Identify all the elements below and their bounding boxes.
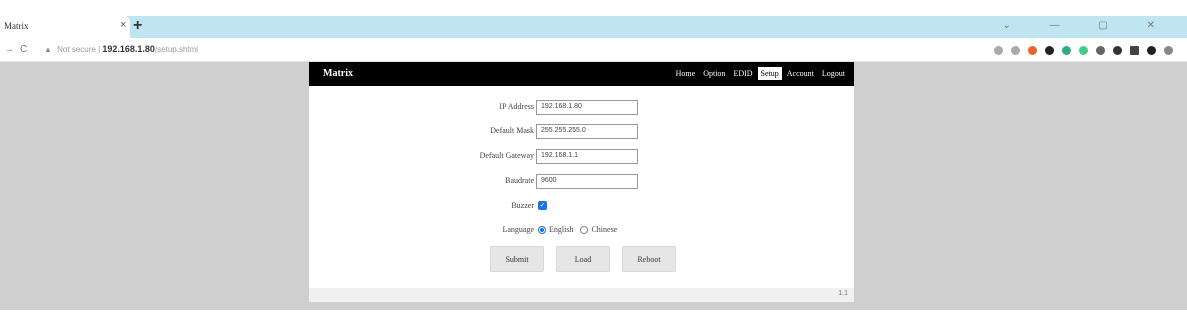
mask-row: Default Mask 255.255.255.0 [309,124,854,140]
app-panel: Matrix Home Option EDID Setup Account Lo… [309,62,854,302]
buzzer-checkbox[interactable]: ✓ [538,201,547,210]
nav-home[interactable]: Home [673,67,699,80]
extension-icon[interactable] [1079,45,1088,55]
action-buttons: Submit Load Reboot [490,246,676,272]
extension-icons [994,42,1173,58]
mask-label: Default Mask [490,126,534,135]
extension-icon[interactable] [1028,45,1037,55]
url-host: 192.168.1.80 [102,44,155,54]
load-button[interactable]: Load [556,246,610,272]
app-footer: 1.1 [309,288,854,302]
ip-label: IP Address [499,102,534,111]
tab-title: Matrix [4,21,29,31]
warning-icon: ▲ [44,45,52,54]
page-viewport: Matrix Home Option EDID Setup Account Lo… [0,62,1187,310]
browser-tab[interactable]: Matrix × [0,16,130,38]
chinese-label: Chinese [591,225,618,234]
baudrate-label: Baudrate [505,176,534,185]
new-tab-icon[interactable]: + [133,17,142,35]
baudrate-row: Baudrate 9600 [309,174,854,190]
reboot-button[interactable]: Reboot [622,246,676,272]
app-header: Matrix Home Option EDID Setup Account Lo… [309,62,854,86]
url-security-label: Not secure [57,45,96,54]
puzzle-icon[interactable] [1113,45,1122,55]
english-radio[interactable] [538,225,546,234]
share-icon[interactable] [994,45,1003,55]
address-bar: → C ▲ Not secure | 192.168.1.80/setup.sh… [0,38,1187,62]
gateway-label: Default Gateway [479,151,534,160]
nav-account[interactable]: Account [784,67,817,80]
version-label: 1.1 [838,290,848,297]
submit-button[interactable]: Submit [490,246,544,272]
window-controls[interactable]: ⌄ — ▢ ✕ [1002,20,1173,31]
back-arrow-icon[interactable]: → [4,44,14,55]
menu-icon[interactable] [1164,45,1173,55]
ip-row: IP Address 192.168.1.80 [309,100,854,116]
brand-title: Matrix [323,68,353,79]
language-row: Language English Chinese [309,223,854,239]
star-icon[interactable] [1011,45,1020,55]
buzzer-row: Buzzer ✓ [309,199,854,215]
chinese-radio[interactable] [580,225,589,234]
language-radio-group: English Chinese [538,225,617,234]
baudrate-input[interactable]: 9600 [536,174,638,189]
buzzer-label: Buzzer [511,201,534,210]
browser-tabstrip: Matrix × + ⌄ — ▢ ✕ [0,16,1187,38]
english-label: English [549,225,574,234]
default-gateway-input[interactable]: 192.168.1.1 [536,149,638,164]
nav-logout[interactable]: Logout [819,67,848,80]
url-field[interactable]: ▲ Not secure | 192.168.1.80/setup.shtml [44,44,198,54]
extension-icon[interactable] [1045,45,1054,55]
gateway-row: Default Gateway 192.168.1.1 [309,149,854,165]
language-label: Language [502,225,534,234]
sidebar-icon[interactable] [1130,45,1139,55]
url-path: /setup.shtml [154,45,199,54]
nav-edid[interactable]: EDID [730,67,755,80]
ip-address-input[interactable]: 192.168.1.80 [536,100,638,115]
reload-icon[interactable]: C [20,44,27,55]
nav-setup[interactable]: Setup [757,67,782,80]
tab-close-icon[interactable]: × [120,19,126,31]
top-nav: Home Option EDID Setup Account Logout [673,67,848,80]
default-mask-input[interactable]: 255.255.255.0 [536,124,638,139]
extension-icon[interactable] [1096,45,1105,55]
profile-avatar[interactable] [1147,45,1156,55]
extension-icon[interactable] [1062,45,1071,55]
nav-option[interactable]: Option [700,67,728,80]
